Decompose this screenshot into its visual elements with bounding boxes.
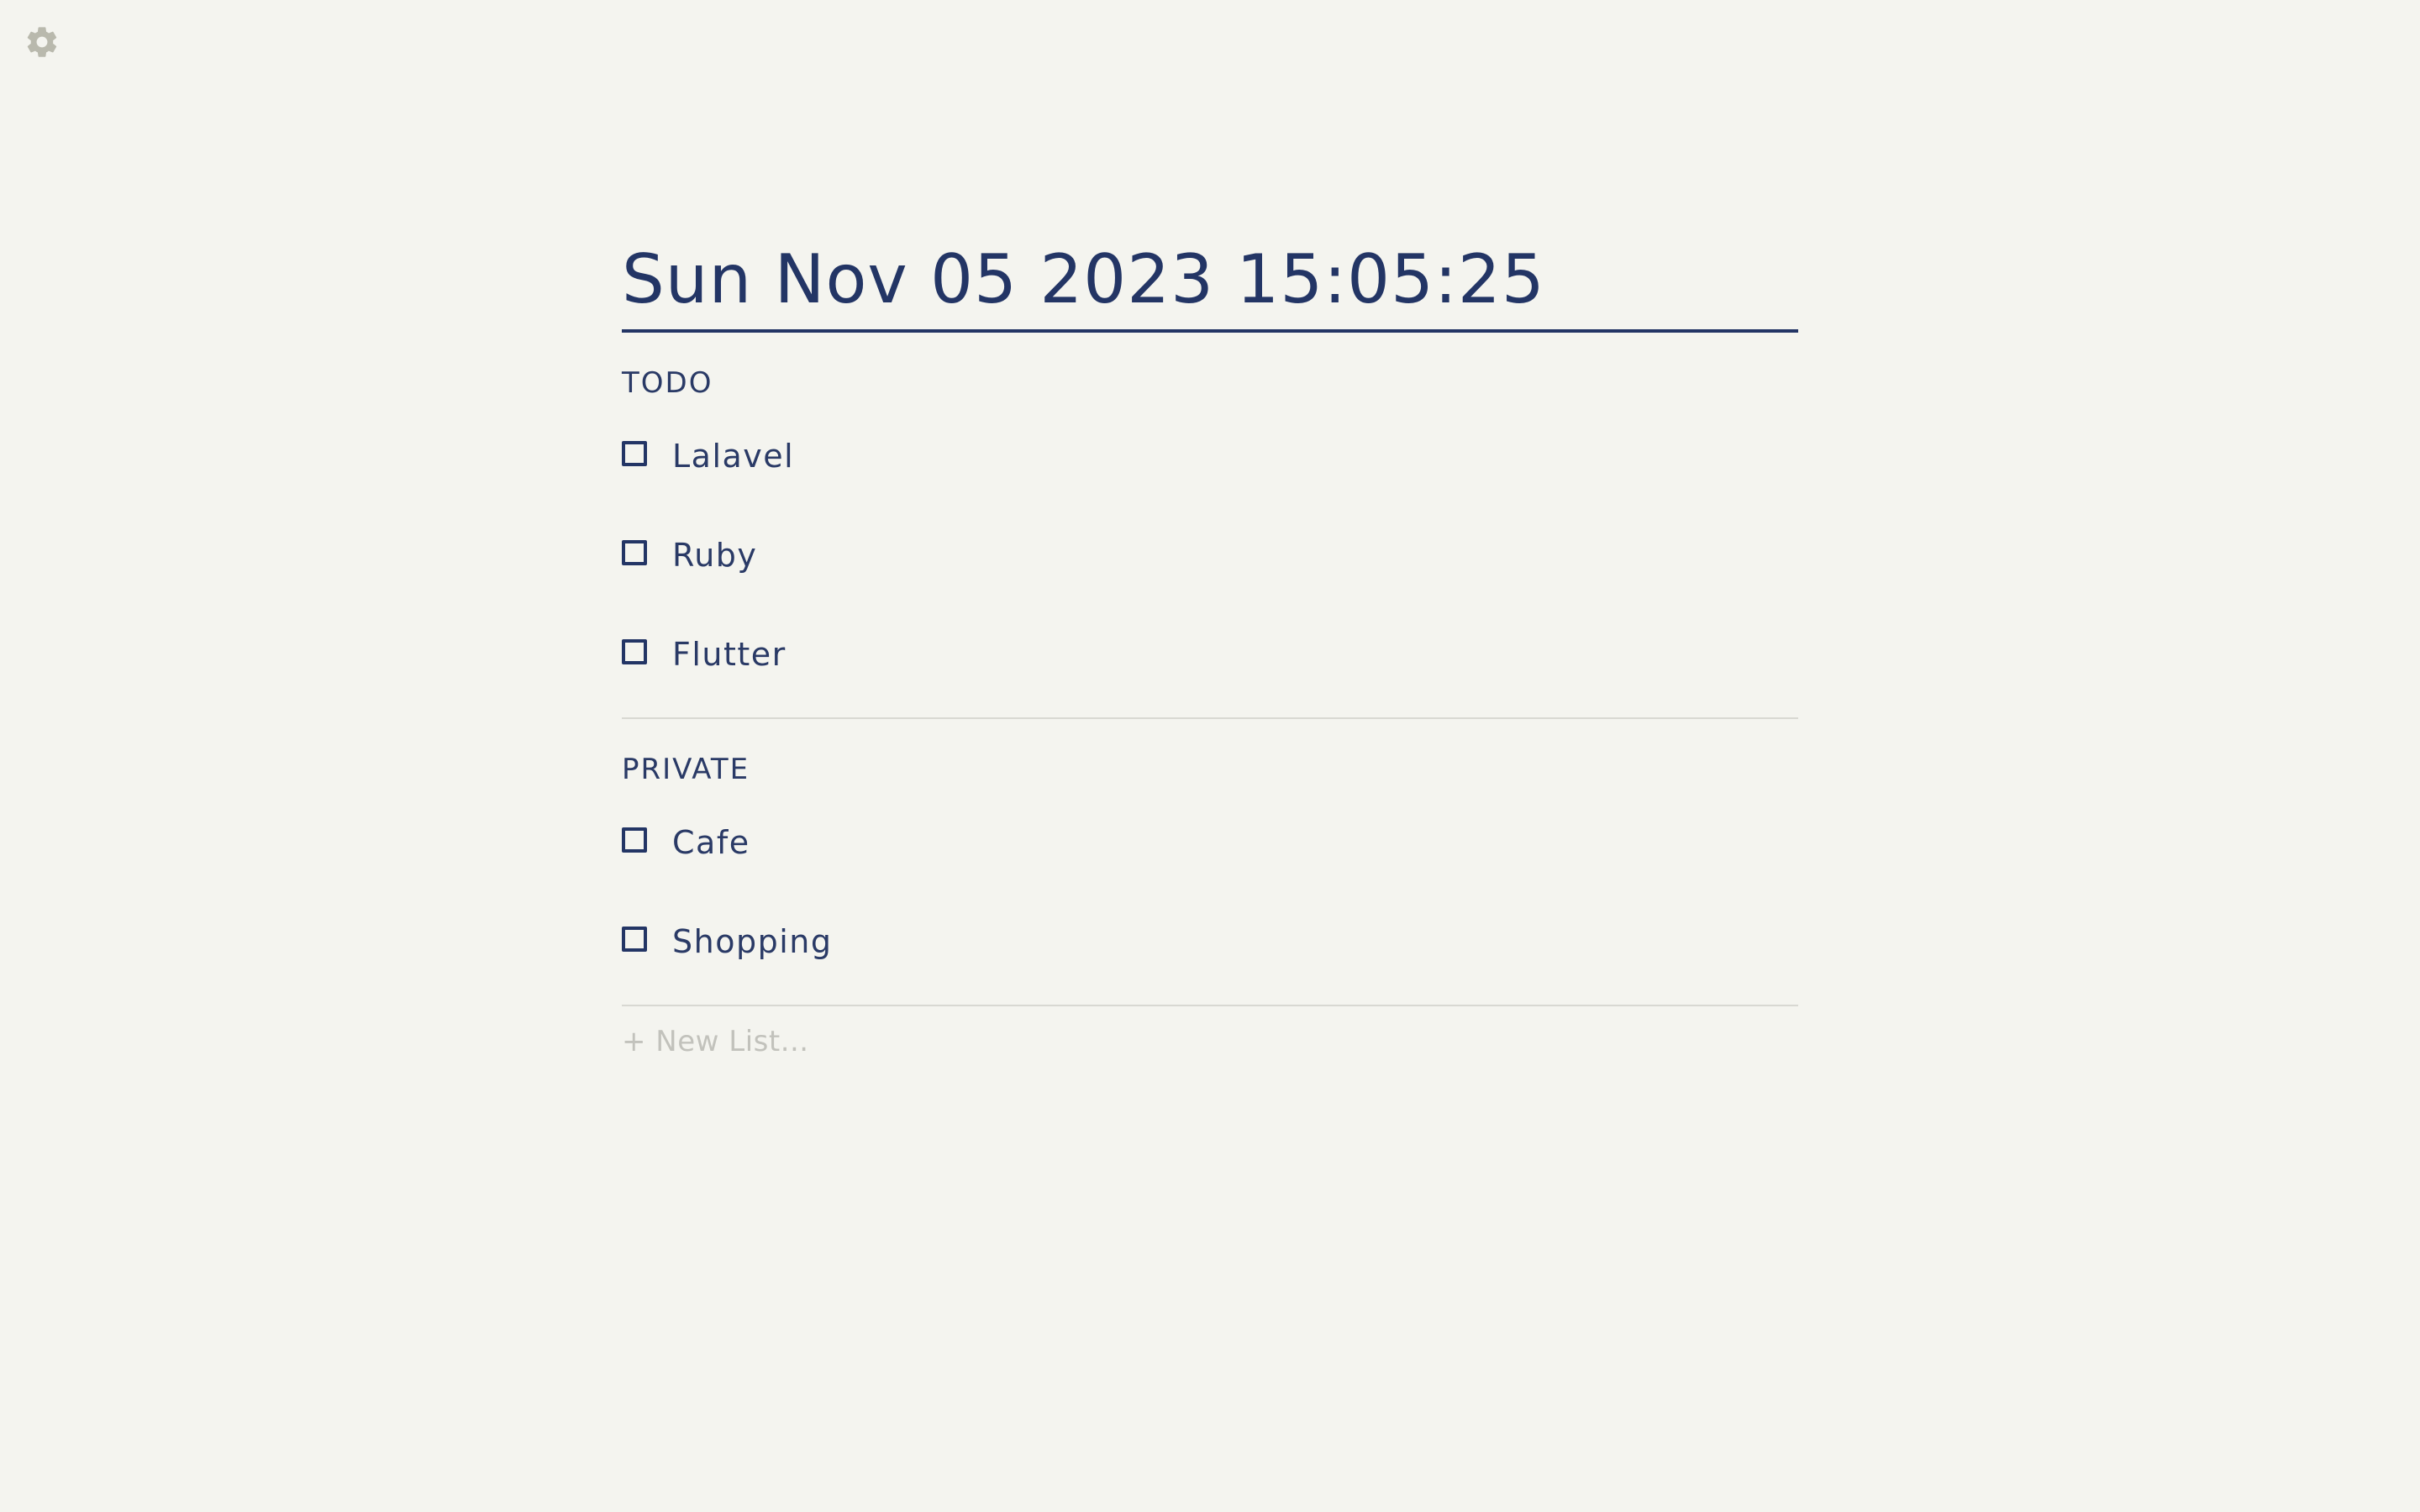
item-label[interactable]: Ruby bbox=[672, 537, 757, 574]
section-divider bbox=[622, 1005, 1798, 1006]
checkbox[interactable] bbox=[622, 827, 647, 853]
list-item[interactable]: Ruby bbox=[622, 506, 1798, 605]
section-divider bbox=[622, 717, 1798, 719]
clock-datetime: Sun Nov 05 2023 15:05:25 bbox=[622, 240, 1545, 318]
list-private: PRIVATE Cafe Shopping bbox=[622, 753, 1798, 1006]
list-item[interactable]: Flutter bbox=[622, 605, 1798, 704]
checkbox[interactable] bbox=[622, 540, 647, 565]
todo-items: Lalavel Ruby Flutter bbox=[622, 407, 1798, 704]
item-label[interactable]: Flutter bbox=[672, 636, 786, 673]
item-label[interactable]: Shopping bbox=[672, 923, 832, 960]
checkbox[interactable] bbox=[622, 639, 647, 664]
settings-button[interactable] bbox=[24, 24, 60, 60]
main-panel: Sun Nov 05 2023 15:05:25 TODO Lalavel Ru… bbox=[622, 234, 1798, 1058]
list-todo: TODO Lalavel Ruby Flutter bbox=[622, 366, 1798, 719]
list-item[interactable]: Cafe bbox=[622, 793, 1798, 892]
clock-underline bbox=[622, 329, 1798, 333]
list-title[interactable]: TODO bbox=[622, 366, 1798, 400]
new-list-button[interactable]: + New List... bbox=[622, 1025, 1798, 1058]
checkbox[interactable] bbox=[622, 927, 647, 952]
list-item[interactable]: Shopping bbox=[622, 892, 1798, 991]
list-item[interactable]: Lalavel bbox=[622, 407, 1798, 506]
item-label[interactable]: Cafe bbox=[672, 824, 750, 861]
item-label[interactable]: Lalavel bbox=[672, 438, 794, 475]
list-title[interactable]: PRIVATE bbox=[622, 753, 1798, 786]
gear-icon bbox=[27, 27, 57, 57]
private-items: Cafe Shopping bbox=[622, 793, 1798, 991]
checkbox[interactable] bbox=[622, 441, 647, 466]
